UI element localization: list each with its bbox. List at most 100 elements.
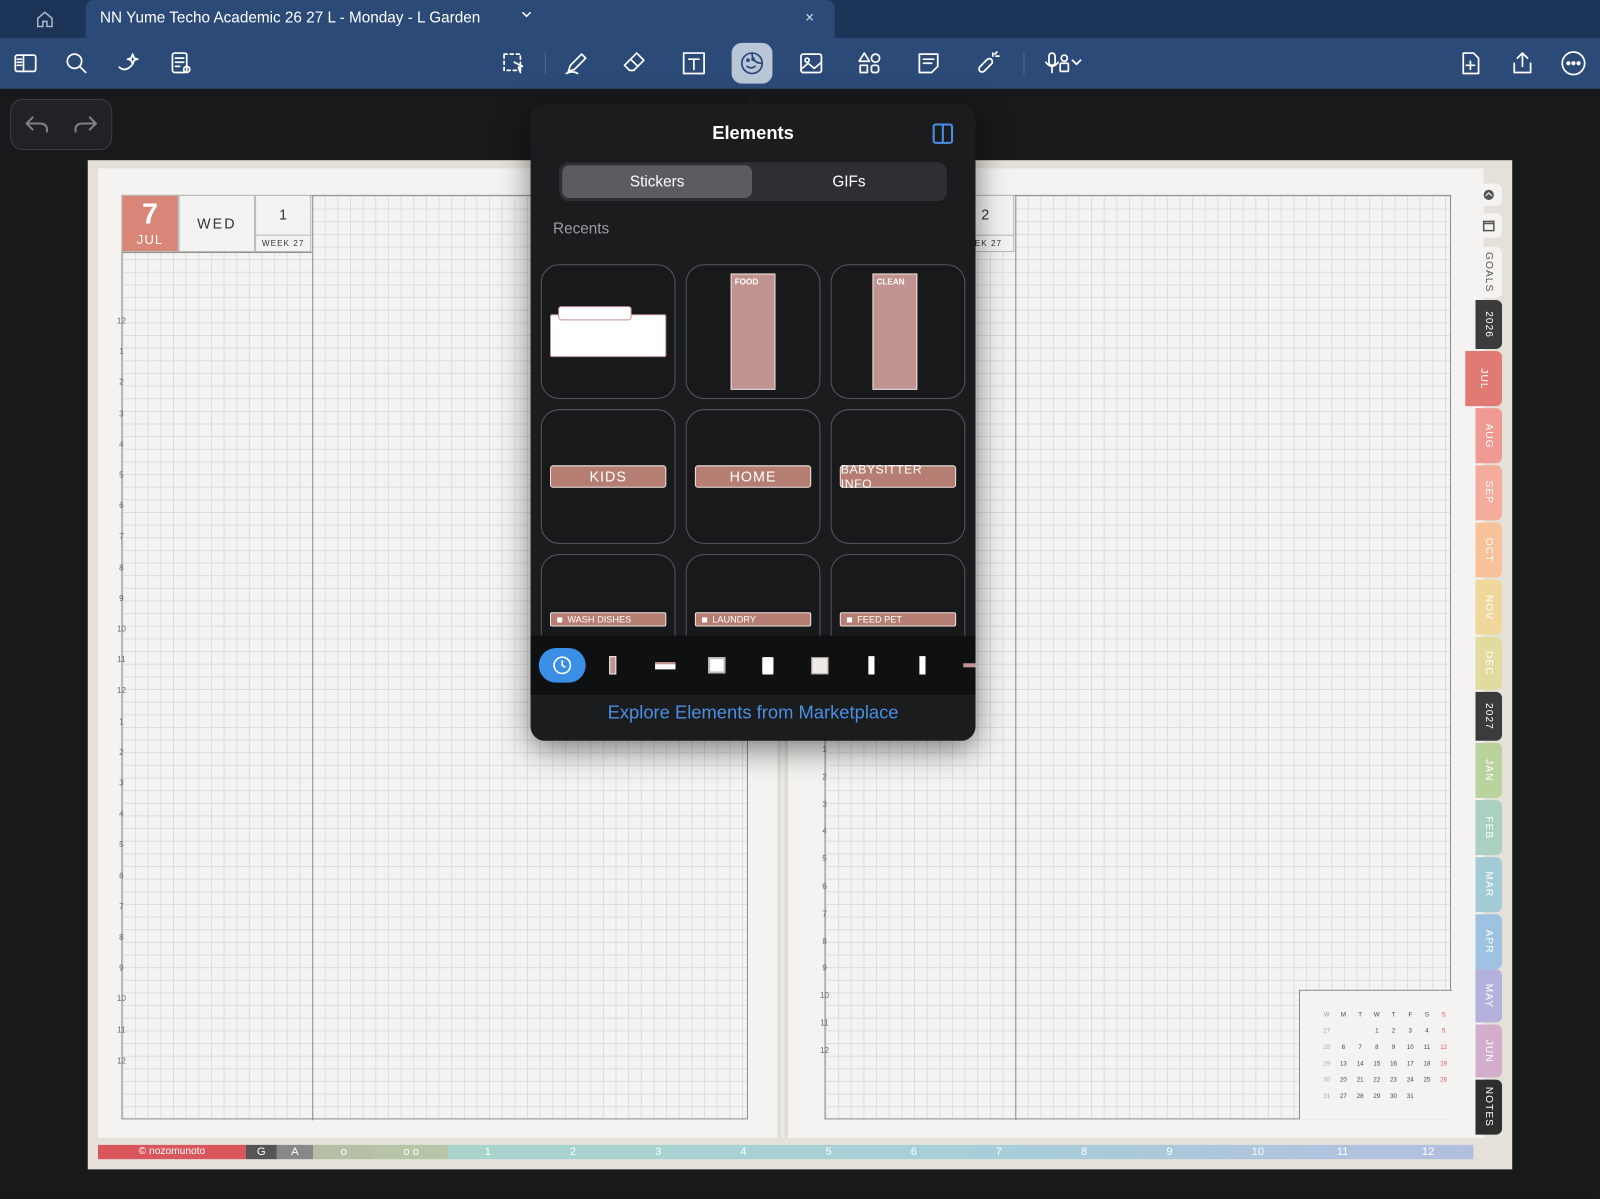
hour-label: 5: [119, 840, 124, 850]
section-tab-jul[interactable]: JUL: [1465, 351, 1503, 407]
add-page-icon[interactable]: [1453, 46, 1488, 81]
document-tab[interactable]: NN Yume Techo Academic 26 27 L - Monday …: [85, 0, 835, 38]
footer-month-tab[interactable]: 5: [826, 1145, 832, 1159]
category-note-icon[interactable]: [759, 654, 775, 676]
footer-month-tab[interactable]: 2: [570, 1145, 576, 1159]
footer-month-tab[interactable]: 8: [1081, 1145, 1087, 1159]
sticker-blank-label[interactable]: [540, 264, 676, 399]
split-panel-icon[interactable]: [932, 122, 954, 144]
lasso-icon[interactable]: [496, 46, 531, 81]
pen-icon[interactable]: [559, 46, 594, 81]
home-tab-icon[interactable]: [1475, 183, 1503, 207]
recents-clock-icon[interactable]: [538, 647, 586, 683]
footer-month-tab[interactable]: 10: [1252, 1145, 1264, 1159]
footer-month-tab[interactable]: 6: [911, 1145, 917, 1159]
footer-month-tab[interactable]: 3: [655, 1145, 661, 1159]
section-tab-2026[interactable]: 2026: [1475, 299, 1503, 349]
redo-icon[interactable]: [72, 113, 99, 135]
footer-month-tab[interactable]: 11: [1337, 1145, 1349, 1159]
shapes-icon[interactable]: [852, 46, 887, 81]
hour-label: 12: [819, 1045, 830, 1055]
category-strip-icon[interactable]: [865, 654, 877, 676]
gifs-tab[interactable]: GIFs: [754, 165, 944, 198]
search-icon[interactable]: [59, 46, 94, 81]
category-strip2-icon[interactable]: [916, 654, 928, 676]
section-tab-notes[interactable]: NOTES: [1475, 1079, 1503, 1135]
section-tab-jan[interactable]: JAN: [1475, 742, 1503, 798]
home-icon[interactable]: [35, 9, 55, 29]
section-tab-may[interactable]: MAY: [1475, 969, 1503, 1023]
footer-month-tab[interactable]: 7: [996, 1145, 1002, 1159]
explore-marketplace-link[interactable]: Explore Elements from Marketplace: [531, 702, 976, 723]
mini-cal-day: 31: [1406, 1093, 1414, 1100]
eraser-icon[interactable]: [617, 46, 652, 81]
text-box-icon[interactable]: [677, 46, 712, 81]
sticker-kids[interactable]: KIDS: [540, 409, 676, 544]
footer-month-tab[interactable]: 12: [1422, 1145, 1434, 1159]
category-more-icon[interactable]: [963, 654, 976, 676]
section-tab-jun[interactable]: JUN: [1475, 1024, 1503, 1078]
footer-month-tab[interactable]: 1: [485, 1145, 491, 1159]
section-tab-mar[interactable]: MAR: [1475, 857, 1503, 913]
mic-icon[interactable]: [1041, 46, 1098, 81]
category-label-icon[interactable]: [653, 654, 677, 676]
hour-label: 12: [116, 1055, 126, 1066]
footer-tab-oo[interactable]: o o: [374, 1144, 448, 1160]
footer-tab-g[interactable]: G: [245, 1144, 277, 1160]
category-tall-pink-icon[interactable]: [604, 654, 620, 676]
mini-cal-day: 5: [1441, 1028, 1446, 1035]
ai-sparkle-icon[interactable]: [111, 46, 146, 81]
chevron-down-icon[interactable]: [519, 7, 533, 21]
close-tab-button[interactable]: ×: [805, 9, 814, 26]
date-badge[interactable]: 7 JUL: [121, 194, 179, 253]
section-tab-nov[interactable]: NOV: [1475, 579, 1503, 635]
mini-cal-day: [1419, 1089, 1436, 1105]
hour-label: 1: [119, 716, 124, 727]
section-tab-oct[interactable]: OCT: [1475, 522, 1503, 578]
sidebar-icon[interactable]: [8, 46, 43, 81]
mini-cal-day: 30: [1390, 1093, 1397, 1100]
image-icon[interactable]: [794, 46, 829, 81]
mini-cal-day: [1335, 1023, 1352, 1039]
section-tab-goals[interactable]: GOALS: [1475, 246, 1503, 298]
laser-pointer-icon[interactable]: [969, 46, 1004, 81]
more-icon[interactable]: [1556, 46, 1591, 81]
footer-tab-o[interactable]: o: [313, 1144, 375, 1160]
sticker-clean[interactable]: CLEAN: [830, 264, 966, 399]
document-tools-icon[interactable]: [163, 46, 198, 81]
section-tab-2027[interactable]: 2027: [1475, 691, 1503, 741]
share-icon[interactable]: [1505, 46, 1540, 81]
mini-cal-day: 6: [1341, 1044, 1346, 1052]
stickers-tab[interactable]: Stickers: [562, 165, 753, 198]
page-tab-icon[interactable]: [1475, 213, 1503, 238]
hour-label: 4: [119, 439, 124, 449]
footer-month-tab[interactable]: 9: [1166, 1145, 1172, 1159]
mini-cal-day: 3: [1408, 1028, 1412, 1035]
footer-tab-a[interactable]: A: [276, 1144, 314, 1160]
section-tab-sep[interactable]: SEP: [1475, 465, 1503, 521]
sticker-home[interactable]: HOME: [685, 409, 821, 544]
section-tab-aug[interactable]: AUG: [1475, 408, 1503, 464]
undo-icon[interactable]: [23, 113, 50, 135]
sticker-food[interactable]: FOOD: [685, 264, 821, 399]
hour-label: 11: [117, 655, 126, 665]
category-book-icon[interactable]: [706, 654, 726, 676]
elements-icon[interactable]: [731, 42, 773, 84]
date-day: 7: [142, 197, 158, 230]
mini-cal-header: F: [1408, 1012, 1413, 1019]
sticky-note-icon[interactable]: [911, 46, 946, 81]
hour-label: 8: [119, 932, 124, 942]
hour-label: 7: [119, 532, 124, 542]
category-photo-icon[interactable]: [809, 654, 829, 676]
sticker-feed-label: FEED PET: [857, 614, 903, 625]
section-tab-apr[interactable]: APR: [1475, 914, 1503, 970]
sticker-babysitter-info[interactable]: BABYSITTER INFO: [830, 409, 966, 544]
hour-label: 3: [119, 408, 124, 418]
hour-label: 4: [119, 809, 124, 819]
footer-month-tab[interactable]: 4: [740, 1145, 746, 1159]
section-tab-dec[interactable]: DEC: [1475, 636, 1503, 690]
mini-cal-day: 17: [1406, 1061, 1414, 1068]
section-tab-feb[interactable]: FEB: [1475, 799, 1503, 856]
mini-cal-day: 4: [1425, 1028, 1429, 1035]
mini-cal-day: 18: [1423, 1061, 1431, 1068]
